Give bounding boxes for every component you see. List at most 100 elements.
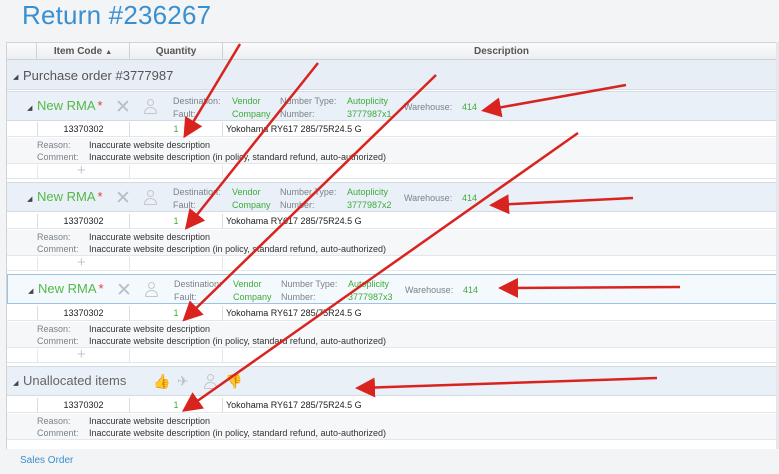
purchase-order-group[interactable]: ◢ Purchase order #3777987 — [7, 60, 779, 90]
column-header-item-code[interactable]: Item Code ▲ — [37, 43, 130, 60]
add-item-plus-icon[interactable]: + — [77, 162, 86, 179]
destination-value[interactable]: Vendor — [233, 279, 262, 289]
description-cell: Yokohama RY617 285/75R24.5 G — [226, 400, 362, 410]
rma-group-header[interactable]: ◢ New RMA * ✕ Destination: Vendor Fault: … — [7, 182, 779, 212]
number-value[interactable]: 3777987x2 — [347, 200, 392, 210]
delete-rma-close-icon[interactable]: ✕ — [115, 187, 131, 210]
fault-label: Fault: — [173, 200, 196, 210]
airplane-icon[interactable]: ✈ — [177, 373, 189, 390]
reason-value: Inaccurate website description — [89, 232, 211, 242]
number-label: Number: — [280, 109, 315, 119]
destination-label: Destination: — [174, 279, 222, 289]
number-type-value[interactable]: Autoplicity — [347, 96, 388, 106]
delete-rma-close-icon[interactable]: ✕ — [115, 96, 131, 119]
collapse-triangle-icon[interactable]: ◢ — [27, 104, 32, 112]
table-row[interactable]: 13370302 1 Yokohama RY617 285/75R24.5 G — [7, 306, 779, 321]
item-code-cell: 13370302 — [37, 398, 130, 413]
assign-user-icon[interactable] — [143, 98, 157, 115]
delete-rma-close-icon[interactable]: ✕ — [116, 279, 132, 302]
unallocated-items-label: Unallocated items — [23, 373, 127, 388]
description-cell: Yokohama RY617 285/75R24.5 G — [226, 216, 362, 226]
rma-title-text: New RMA — [37, 189, 96, 204]
reason-value: Inaccurate website description — [89, 324, 211, 334]
comment-value: Inaccurate website description (in polic… — [89, 244, 386, 254]
thumbs-down-icon[interactable]: 👎 — [225, 373, 242, 390]
reason-value: Inaccurate website description — [89, 140, 211, 150]
warehouse-value[interactable]: 414 — [462, 102, 477, 112]
assign-user-icon[interactable] — [144, 281, 158, 298]
item-details: Reason: Inaccurate website description C… — [7, 138, 779, 164]
description-cell: Yokohama RY617 285/75R24.5 G — [226, 308, 362, 318]
warehouse-label: Warehouse: — [404, 102, 453, 112]
fault-value[interactable]: Company — [232, 109, 271, 119]
warehouse-label: Warehouse: — [404, 193, 453, 203]
item-code-cell: 13370302 — [37, 306, 130, 321]
item-code-header-label: Item Code — [53, 46, 103, 57]
rma-title: New RMA * — [37, 98, 103, 113]
comment-value: Inaccurate website description (in polic… — [89, 428, 386, 438]
rma-title: New RMA * — [38, 281, 104, 296]
required-mark: * — [97, 189, 103, 204]
reason-label: Reason: — [37, 140, 71, 150]
rma-title-text: New RMA — [37, 98, 96, 113]
warehouse-value[interactable]: 414 — [463, 285, 478, 295]
number-type-value[interactable]: Autoplicity — [347, 187, 388, 197]
number-value[interactable]: 3777987x1 — [347, 109, 392, 119]
thumbs-up-icon[interactable]: 👍 — [153, 373, 170, 390]
fault-value[interactable]: Company — [232, 200, 271, 210]
item-details: Reason: Inaccurate website description C… — [7, 230, 779, 256]
number-type-value[interactable]: Autoplicity — [348, 279, 389, 289]
collapse-triangle-icon[interactable]: ◢ — [28, 287, 33, 295]
table-row[interactable]: 13370302 1 Yokohama RY617 285/75R24.5 G — [7, 398, 779, 413]
required-mark: * — [97, 98, 103, 113]
description-cell: Yokohama RY617 285/75R24.5 G — [226, 124, 362, 134]
add-item-plus-icon[interactable]: + — [77, 346, 86, 363]
item-code-cell: 13370302 — [37, 214, 130, 229]
quantity-cell[interactable]: 1 — [130, 306, 223, 321]
item-details: Reason: Inaccurate website description C… — [7, 414, 779, 440]
collapse-triangle-icon[interactable]: ◢ — [13, 379, 18, 387]
rma-group-header[interactable]: ◢ New RMA * ✕ Destination: Vendor Fault: … — [7, 91, 779, 121]
warehouse-label: Warehouse: — [405, 285, 454, 295]
collapse-triangle-icon[interactable]: ◢ — [13, 73, 18, 81]
destination-label: Destination: — [173, 96, 221, 106]
reason-label: Reason: — [37, 324, 71, 334]
table-row[interactable]: 13370302 1 Yokohama RY617 285/75R24.5 G — [7, 122, 779, 137]
number-label: Number: — [280, 200, 315, 210]
unallocated-items-group[interactable]: ◢ Unallocated items 👍 ✈ 👎 — [7, 366, 779, 396]
warehouse-value[interactable]: 414 — [462, 193, 477, 203]
rma-title: New RMA * — [37, 189, 103, 204]
comment-value: Inaccurate website description (in polic… — [89, 336, 386, 346]
comment-label: Comment: — [37, 244, 79, 254]
fault-value[interactable]: Company — [233, 292, 272, 302]
number-type-label: Number Type: — [280, 187, 337, 197]
column-header-description[interactable]: Description — [223, 43, 779, 60]
quantity-cell[interactable]: 1 — [130, 214, 223, 229]
reason-label: Reason: — [37, 232, 71, 242]
add-item-row: + — [7, 162, 779, 179]
fault-label: Fault: — [174, 292, 197, 302]
return-grid: Item Code ▲ Quantity Description ◢ Purcha… — [6, 42, 779, 449]
page-title: Return #236267 — [22, 0, 212, 30]
sales-order-link[interactable]: Sales Order — [20, 455, 73, 466]
destination-value[interactable]: Vendor — [232, 187, 261, 197]
table-row[interactable]: 13370302 1 Yokohama RY617 285/75R24.5 G — [7, 214, 779, 229]
collapse-triangle-icon[interactable]: ◢ — [27, 195, 32, 203]
destination-value[interactable]: Vendor — [232, 96, 261, 106]
number-value[interactable]: 3777987x3 — [348, 292, 393, 302]
comment-label: Comment: — [37, 152, 79, 162]
add-item-row: + — [7, 346, 779, 363]
quantity-cell[interactable]: 1 — [130, 122, 223, 137]
comment-value: Inaccurate website description (in polic… — [89, 152, 386, 162]
assign-user-icon[interactable] — [143, 189, 157, 206]
item-code-cell: 13370302 — [37, 122, 130, 137]
reason-label: Reason: — [37, 416, 71, 426]
number-type-label: Number Type: — [280, 96, 337, 106]
rma-group-header[interactable]: ◢ New RMA * ✕ Destination: Vendor Fault: … — [7, 274, 779, 304]
grid-header: Item Code ▲ Quantity Description — [7, 43, 779, 60]
expand-column-header — [7, 43, 37, 60]
add-item-plus-icon[interactable]: + — [77, 254, 86, 271]
quantity-cell[interactable]: 1 — [130, 398, 223, 413]
column-header-quantity[interactable]: Quantity — [130, 43, 223, 60]
fault-label: Fault: — [173, 109, 196, 119]
